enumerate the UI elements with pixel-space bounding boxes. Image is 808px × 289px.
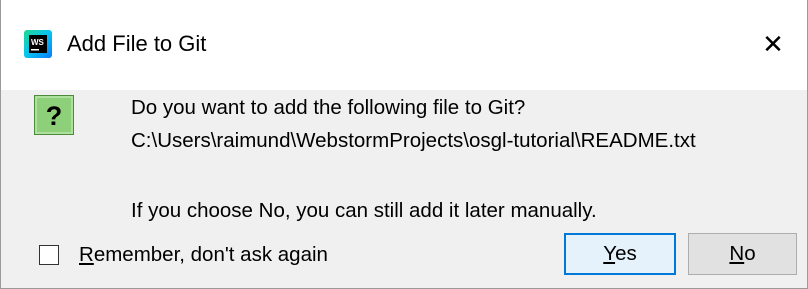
close-button[interactable]: ✕ <box>753 22 793 66</box>
message-question: Do you want to add the following file to… <box>131 96 526 119</box>
yes-label: Yes <box>603 242 637 265</box>
no-button[interactable]: No <box>688 233 797 275</box>
close-icon: ✕ <box>762 29 784 59</box>
svg-text:?: ? <box>46 101 63 131</box>
question-icon: ? <box>34 95 74 135</box>
remember-checkbox[interactable] <box>39 245 59 265</box>
add-file-to-git-dialog: WS Add File to Git ✕ ? Do you want to ad… <box>0 0 808 289</box>
message-hint: If you choose No, you can still add it l… <box>131 199 597 222</box>
no-label: No <box>729 242 756 265</box>
file-path: C:\Users\raimund\WebstormProjects\osgl-t… <box>131 129 696 152</box>
remember-checkbox-row[interactable]: Remember, don't ask again <box>39 241 328 269</box>
yes-button[interactable]: Yes <box>564 233 676 275</box>
dialog-title: Add File to Git <box>67 31 207 56</box>
title-bar: WS Add File to Git ✕ <box>1 0 807 90</box>
webstorm-icon: WS <box>24 30 52 58</box>
svg-text:WS: WS <box>31 38 45 47</box>
remember-label: Remember, don't ask again <box>79 243 328 266</box>
